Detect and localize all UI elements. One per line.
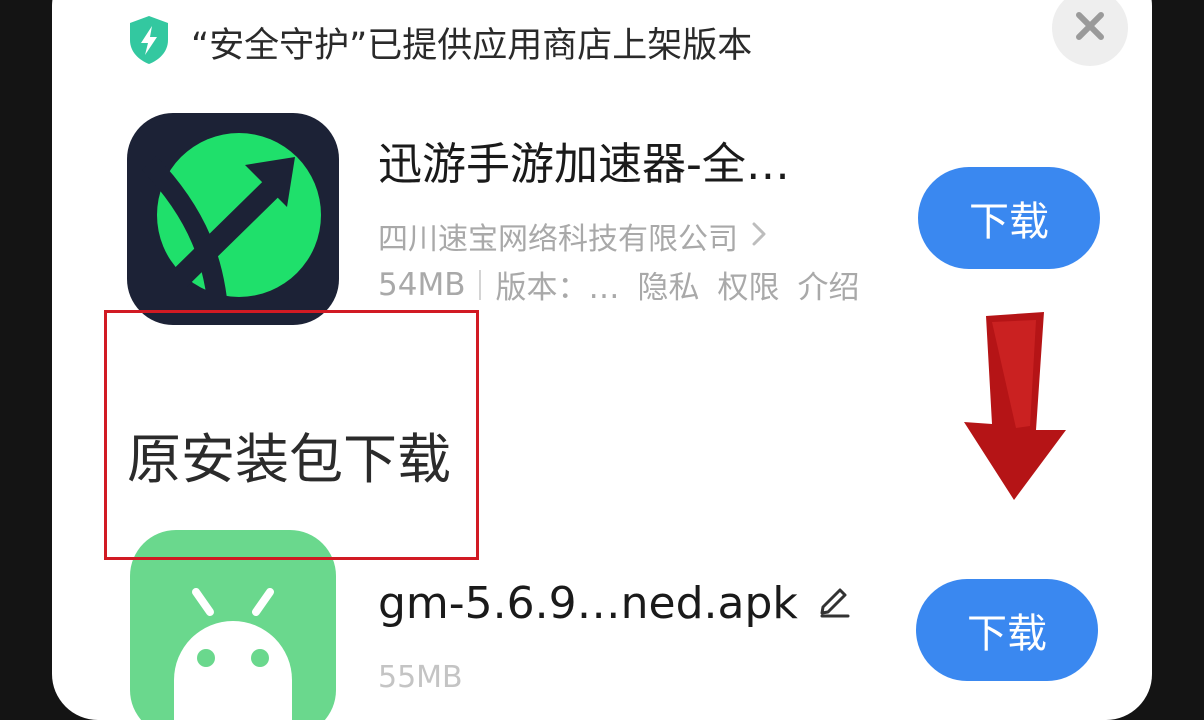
- permissions-link[interactable]: 权限: [717, 262, 779, 307]
- shield-bolt-icon: [127, 14, 171, 70]
- app-version: 版本：…: [495, 270, 620, 306]
- app-size: 54MB: [378, 266, 466, 303]
- meta-divider: [479, 269, 482, 300]
- intro-link[interactable]: 介绍: [797, 262, 859, 307]
- app-name: 迅游手游加速器-全…: [378, 139, 790, 190]
- safety-notice-text: “安全守护”已提供应用商店上架版本: [191, 25, 753, 66]
- close-button[interactable]: [1052, 0, 1128, 66]
- chevron-right-icon: [752, 219, 766, 254]
- install-sheet: “安全守护”已提供应用商店上架版本 迅游手游加速器-全… 四川速宝网络科技有限公…: [52, 0, 1152, 720]
- developer-name: 四川速宝网络科技有限公司: [378, 222, 738, 257]
- privacy-link[interactable]: 隐私: [637, 262, 699, 307]
- app-meta: 54MB 版本：… 隐私 权限 介绍: [378, 262, 859, 307]
- down-arrow-annotation-icon: [952, 310, 1072, 514]
- close-icon: [1075, 11, 1105, 45]
- download-store-button[interactable]: 下载: [918, 167, 1100, 269]
- apk-size: 55MB: [378, 660, 463, 695]
- developer-link[interactable]: 四川速宝网络科技有限公司: [378, 214, 766, 258]
- download-apk-button[interactable]: 下载: [916, 579, 1098, 681]
- pencil-edit-icon[interactable]: [816, 578, 852, 629]
- annotation-label: 原安装包下载: [127, 428, 451, 491]
- app-icon: [127, 113, 339, 325]
- apk-filename: gm-5.6.9…ned.apk: [378, 578, 798, 629]
- safety-notice: “安全守护”已提供应用商店上架版本: [127, 15, 752, 69]
- apk-file-row: gm-5.6.9…ned.apk: [378, 578, 852, 629]
